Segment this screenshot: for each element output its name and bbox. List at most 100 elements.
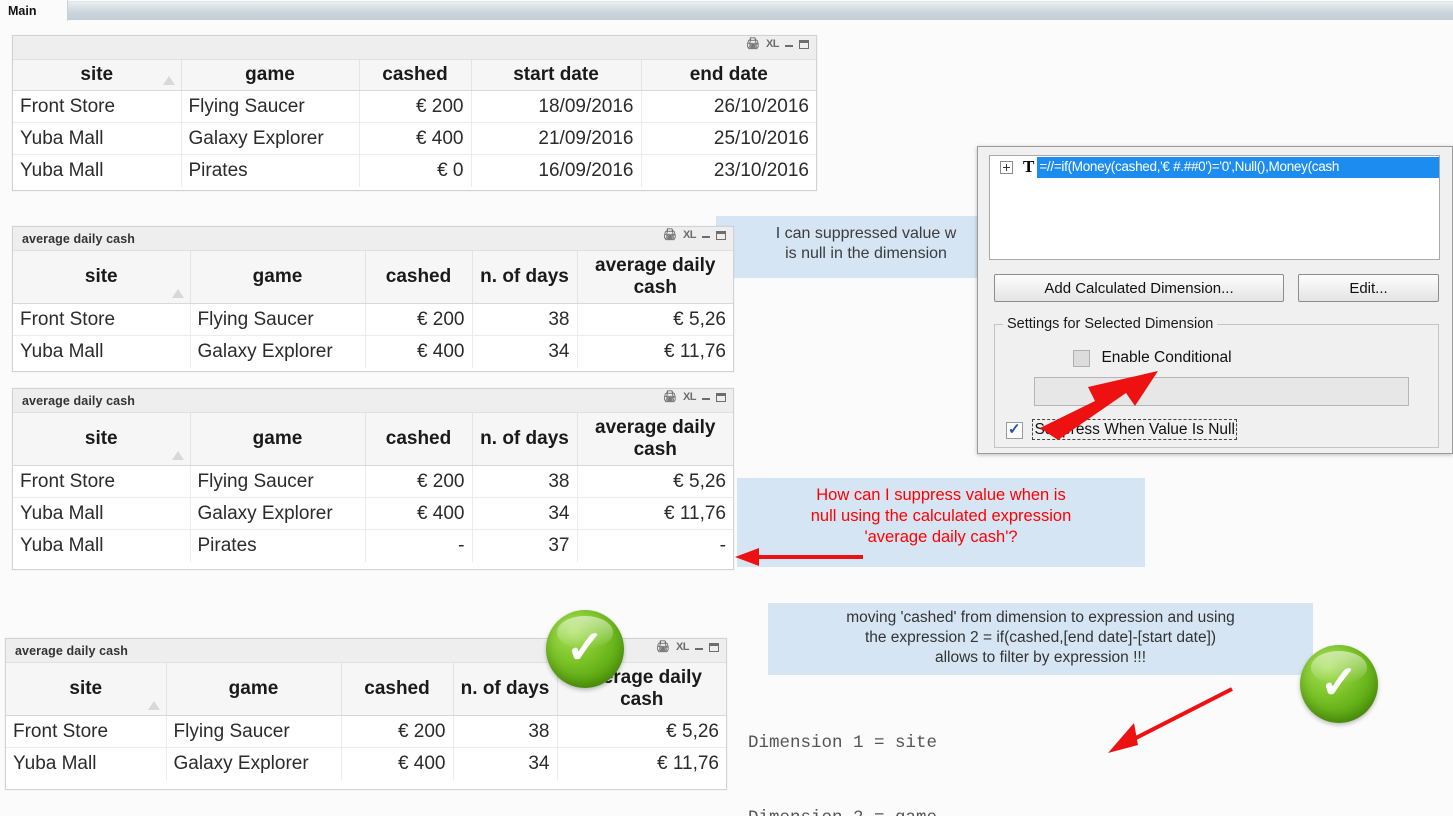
cell-game[interactable]: Flying Saucer bbox=[190, 303, 366, 336]
cell-average-daily-cash[interactable]: € 11,76 bbox=[577, 497, 733, 530]
enable-conditional-row[interactable]: Enable Conditional bbox=[1073, 349, 1232, 367]
cell-n-of-days[interactable]: 38 bbox=[472, 465, 578, 498]
column-header-average-daily-cash[interactable]: average daily cash bbox=[577, 251, 733, 304]
cell-average-daily-cash[interactable]: € 5,26 bbox=[577, 465, 733, 498]
column-header-cashed[interactable]: cashed bbox=[365, 251, 473, 304]
cell-end-date[interactable]: 25/10/2016 bbox=[641, 122, 816, 155]
cell-start-date[interactable]: 21/09/2016 bbox=[471, 122, 642, 155]
table-row[interactable]: Yuba Mall Pirates - 37 - bbox=[13, 529, 733, 562]
cell-average-daily-cash[interactable]: € 5,26 bbox=[577, 303, 733, 336]
cell-site[interactable]: Front Store bbox=[13, 303, 191, 336]
column-header-game[interactable]: game bbox=[190, 251, 366, 304]
minimize-icon[interactable] bbox=[702, 392, 710, 400]
cell-cashed[interactable]: € 400 bbox=[341, 747, 454, 780]
cell-cashed[interactable]: € 200 bbox=[365, 303, 473, 336]
table-row[interactable]: Yuba Mall Galaxy Explorer € 400 34 € 11,… bbox=[13, 497, 733, 530]
column-header-cashed[interactable]: cashed bbox=[341, 663, 454, 716]
cell-game[interactable]: Galaxy Explorer bbox=[181, 122, 360, 155]
cell-cashed[interactable]: € 400 bbox=[365, 497, 473, 530]
maximize-icon[interactable] bbox=[799, 40, 809, 49]
table-row[interactable]: Yuba Mall Galaxy Explorer € 400 34 € 11,… bbox=[6, 747, 726, 780]
column-header-site[interactable]: site bbox=[13, 251, 191, 304]
straight-table-2[interactable]: average daily cash 🖨 XL site game cashed bbox=[12, 226, 734, 372]
cell-end-date[interactable]: 23/10/2016 bbox=[641, 155, 816, 187]
cell-game[interactable]: Pirates bbox=[190, 529, 366, 562]
maximize-icon[interactable] bbox=[716, 231, 726, 240]
cell-n-of-days[interactable]: 38 bbox=[472, 303, 578, 336]
table-row[interactable]: Yuba Mall Galaxy Explorer € 400 21/09/20… bbox=[13, 122, 816, 155]
minimize-icon[interactable] bbox=[695, 642, 703, 650]
cell-game[interactable]: Galaxy Explorer bbox=[166, 747, 342, 780]
cell-game[interactable]: Flying Saucer bbox=[166, 715, 342, 748]
cell-game[interactable]: Galaxy Explorer bbox=[190, 335, 366, 368]
column-header-average-daily-cash[interactable]: average daily cash bbox=[577, 413, 733, 466]
cell-n-of-days[interactable]: 37 bbox=[472, 529, 578, 562]
cell-game[interactable]: Galaxy Explorer bbox=[190, 497, 366, 530]
column-header-n-of-days[interactable]: n. of days bbox=[472, 413, 578, 466]
table-row[interactable]: Front Store Flying Saucer € 200 38 € 5,2… bbox=[13, 465, 733, 498]
cell-cashed[interactable]: € 400 bbox=[365, 335, 473, 368]
cell-cashed[interactable]: € 400 bbox=[359, 122, 472, 155]
table-row[interactable]: Front Store Flying Saucer € 200 18/09/20… bbox=[13, 90, 816, 123]
cell-average-daily-cash[interactable]: € 5,26 bbox=[557, 715, 726, 748]
cell-n-of-days[interactable]: 34 bbox=[453, 747, 558, 780]
column-header-cashed[interactable]: cashed bbox=[365, 413, 473, 466]
column-header-start-date[interactable]: start date bbox=[471, 60, 642, 91]
export-excel-icon[interactable]: XL bbox=[683, 392, 697, 403]
dimensions-list[interactable]: T =//=if(Money(cashed,'€ #.##0')='0',Nul… bbox=[989, 155, 1440, 260]
cell-cashed[interactable]: € 200 bbox=[341, 715, 454, 748]
table-row[interactable]: Yuba Mall Pirates € 0 16/09/2016 23/10/2… bbox=[13, 154, 816, 187]
column-header-cashed[interactable]: cashed bbox=[359, 60, 472, 91]
cell-average-daily-cash[interactable]: € 11,76 bbox=[577, 336, 733, 368]
cell-site[interactable]: Yuba Mall bbox=[13, 122, 182, 155]
minimize-icon[interactable] bbox=[785, 39, 793, 47]
cell-game[interactable]: Flying Saucer bbox=[181, 90, 360, 123]
cell-cashed[interactable]: - bbox=[365, 529, 473, 562]
tab-main[interactable]: Main bbox=[0, 0, 68, 21]
cell-cashed[interactable]: € 200 bbox=[365, 465, 473, 498]
cell-n-of-days[interactable]: 34 bbox=[472, 497, 578, 530]
dimension-expression-value[interactable]: =//=if(Money(cashed,'€ #.##0')='0',Null(… bbox=[1037, 156, 1439, 178]
cell-cashed[interactable]: € 200 bbox=[359, 90, 472, 123]
cell-site[interactable]: Yuba Mall bbox=[13, 497, 191, 530]
cell-start-date[interactable]: 18/09/2016 bbox=[471, 90, 642, 123]
column-header-game[interactable]: game bbox=[190, 413, 366, 466]
column-header-n-of-days[interactable]: n. of days bbox=[453, 663, 558, 716]
cell-site[interactable]: Front Store bbox=[13, 90, 182, 123]
column-header-site[interactable]: site bbox=[13, 413, 191, 466]
cell-site[interactable]: Yuba Mall bbox=[13, 529, 191, 562]
cell-end-date[interactable]: 26/10/2016 bbox=[641, 90, 816, 123]
cell-average-daily-cash[interactable]: - bbox=[577, 530, 733, 562]
column-header-game[interactable]: game bbox=[181, 60, 360, 91]
dimension-row-selected[interactable]: T =//=if(Money(cashed,'€ #.##0')='0',Nul… bbox=[990, 156, 1439, 178]
straight-table-1[interactable]: 🖨 XL site game cashed start date end dat… bbox=[12, 35, 817, 191]
expand-plus-icon[interactable] bbox=[1000, 160, 1013, 174]
cell-n-of-days[interactable]: 38 bbox=[453, 715, 558, 748]
cell-game[interactable]: Flying Saucer bbox=[190, 465, 366, 498]
cell-game[interactable]: Pirates bbox=[181, 154, 360, 187]
column-header-site[interactable]: site bbox=[6, 663, 167, 716]
add-calculated-dimension-button[interactable]: Add Calculated Dimension... bbox=[994, 274, 1284, 302]
table-row[interactable]: Front Store Flying Saucer € 200 38 € 5,2… bbox=[6, 715, 726, 748]
minimize-icon[interactable] bbox=[702, 230, 710, 238]
cell-average-daily-cash[interactable]: € 11,76 bbox=[557, 748, 726, 780]
export-excel-icon[interactable]: XL bbox=[766, 39, 780, 50]
cell-site[interactable]: Front Store bbox=[6, 715, 167, 748]
column-header-game[interactable]: game bbox=[166, 663, 342, 716]
cell-start-date[interactable]: 16/09/2016 bbox=[471, 154, 642, 187]
print-icon[interactable]: 🖨 bbox=[746, 39, 760, 50]
cell-n-of-days[interactable]: 34 bbox=[472, 335, 578, 368]
suppress-when-value-is-null-checkbox[interactable] bbox=[1006, 420, 1023, 439]
cell-site[interactable]: Yuba Mall bbox=[13, 335, 191, 368]
cell-site[interactable]: Yuba Mall bbox=[13, 154, 182, 187]
column-header-n-of-days[interactable]: n. of days bbox=[472, 251, 578, 304]
table-row[interactable]: Front Store Flying Saucer € 200 38 € 5,2… bbox=[13, 303, 733, 336]
edit-button[interactable]: Edit... bbox=[1298, 274, 1439, 302]
maximize-icon[interactable] bbox=[716, 393, 726, 402]
column-header-site[interactable]: site bbox=[13, 60, 182, 91]
enable-conditional-checkbox[interactable] bbox=[1073, 349, 1090, 367]
print-icon[interactable]: 🖨 bbox=[663, 230, 677, 241]
table-row[interactable]: Yuba Mall Galaxy Explorer € 400 34 € 11,… bbox=[13, 335, 733, 368]
print-icon[interactable]: 🖨 bbox=[656, 642, 670, 653]
export-excel-icon[interactable]: XL bbox=[676, 642, 690, 653]
